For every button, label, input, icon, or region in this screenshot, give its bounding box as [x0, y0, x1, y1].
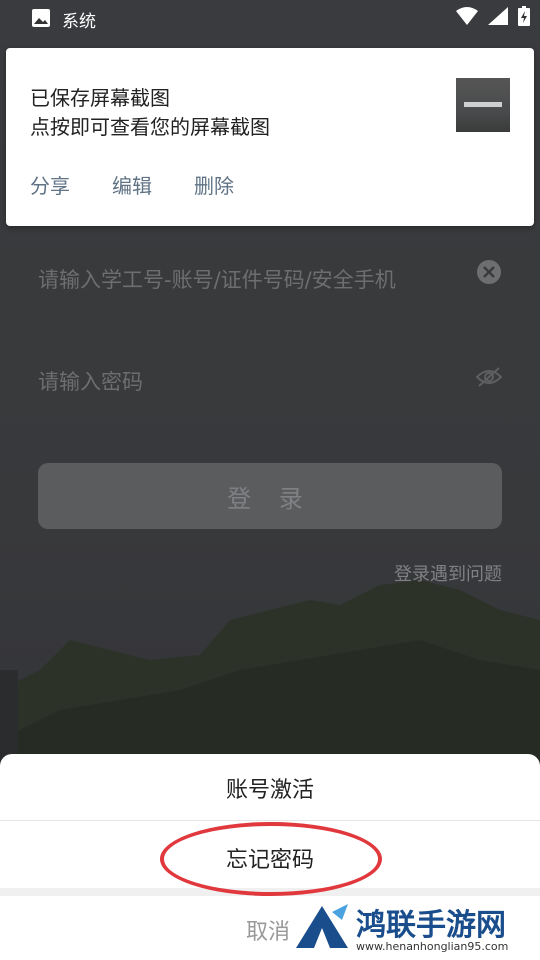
red-highlight-circle [160, 822, 382, 896]
watermark-brand: 鸿联手游网 [356, 908, 506, 943]
account-input[interactable]: 请输入学工号-账号/证件号码/安全手机 [38, 264, 396, 294]
watermark-logo [296, 904, 348, 948]
delete-button[interactable]: 删除 [194, 170, 234, 199]
notification-title: 已保存屏幕截图 [30, 86, 170, 110]
eye-hidden-icon[interactable] [476, 366, 502, 388]
watermark: 鸿联手游网 www.henanhonglian95.com [292, 898, 530, 960]
wifi-icon [456, 7, 478, 25]
login-problem-link[interactable]: 登录遇到问题 [394, 560, 502, 586]
screenshot-notification[interactable]: 已保存屏幕截图 点按即可查看您的屏幕截图 分享 编辑 删除 [6, 48, 534, 226]
watermark-url: www.henanhonglian95.com [356, 940, 509, 953]
cancel-button[interactable]: 取消 [246, 914, 290, 946]
password-input[interactable]: 请输入密码 [38, 366, 143, 396]
notification-actions: 分享 编辑 删除 [30, 170, 276, 199]
activate-account-option[interactable]: 账号激活 [0, 772, 540, 804]
clear-icon[interactable] [477, 260, 501, 284]
screenshot-thumbnail[interactable] [456, 78, 510, 132]
signal-icon [488, 7, 508, 25]
share-button[interactable]: 分享 [30, 170, 70, 199]
status-icons [456, 6, 530, 26]
sheet-divider [0, 820, 540, 821]
status-bar: 系统 [0, 0, 540, 36]
gallery-icon [32, 9, 50, 27]
login-button[interactable]: 登 录 [38, 463, 502, 529]
battery-charging-icon [518, 6, 530, 26]
edit-button[interactable]: 编辑 [112, 170, 152, 199]
notification-subtitle: 点按即可查看您的屏幕截图 [30, 115, 270, 139]
status-app-label: 系统 [62, 12, 96, 32]
